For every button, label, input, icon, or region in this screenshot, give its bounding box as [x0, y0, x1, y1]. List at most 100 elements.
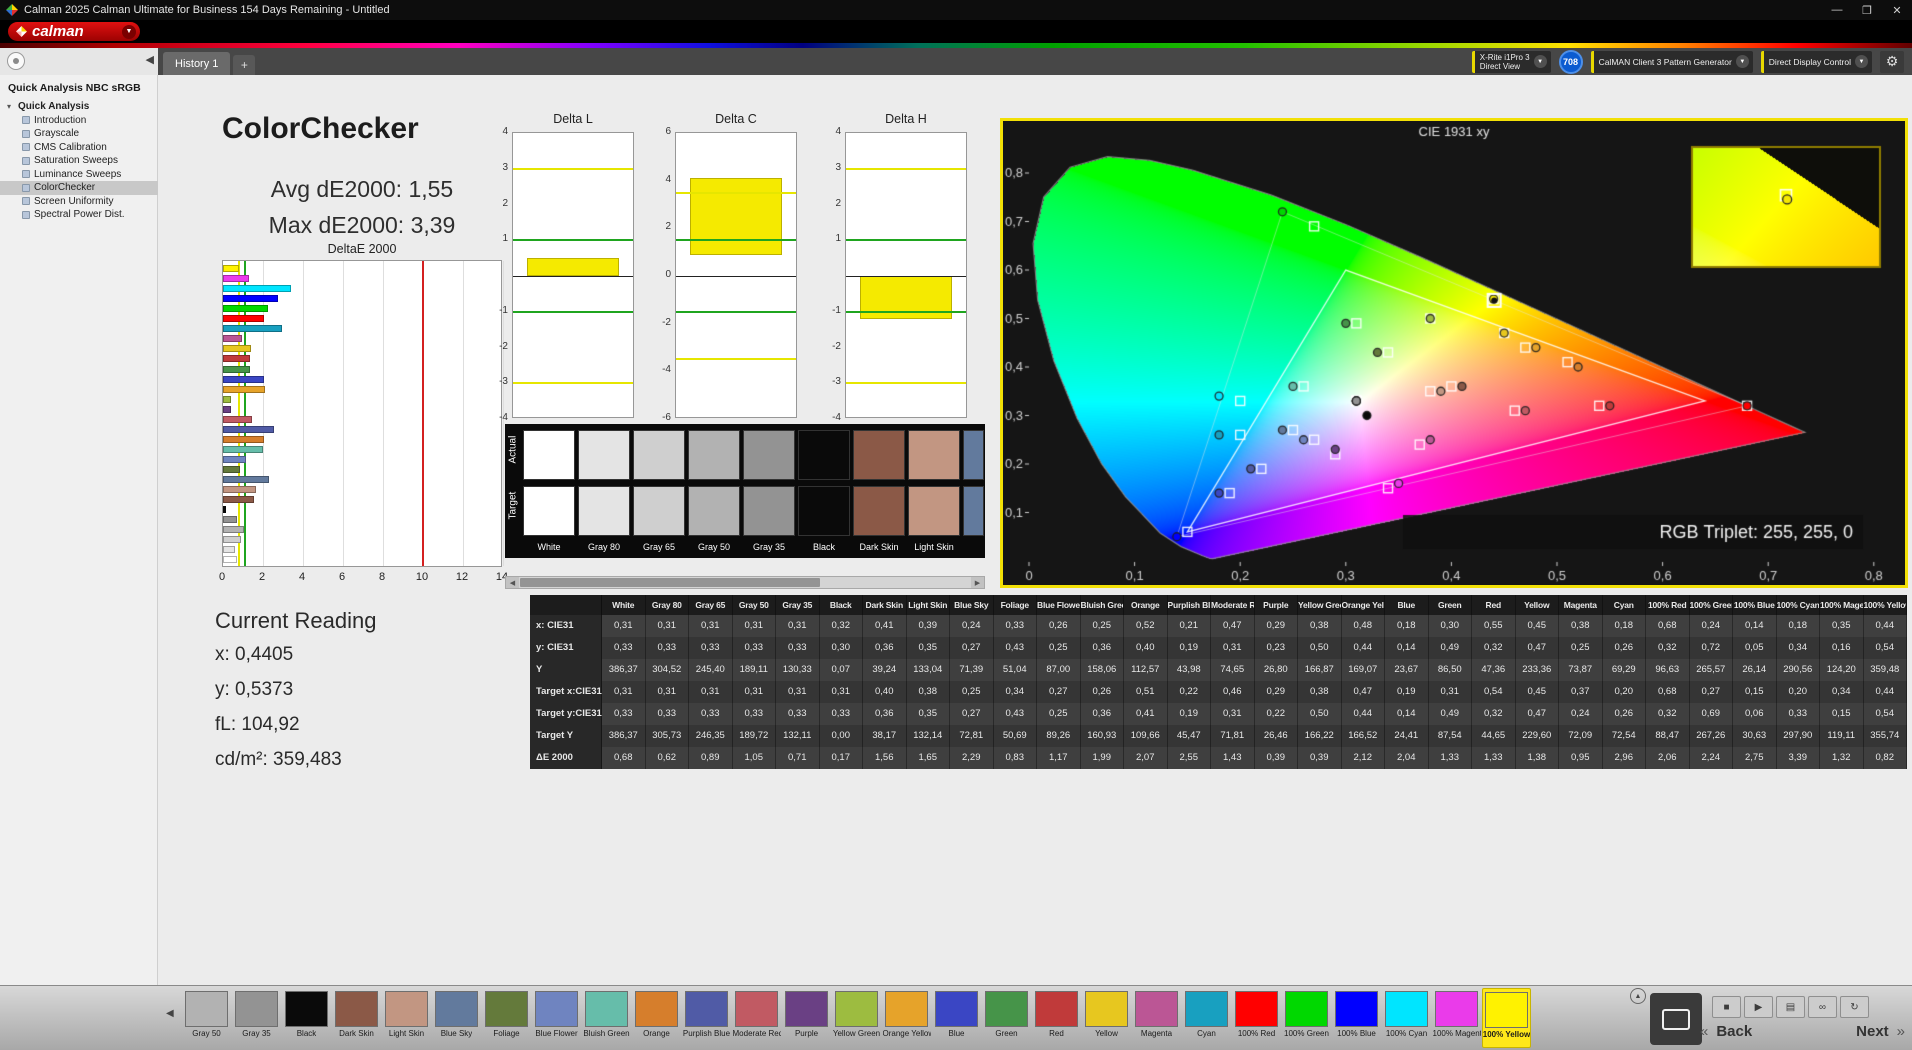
table-cell: 0,38	[1559, 615, 1603, 637]
chevron-down-icon[interactable]: ▼	[1855, 55, 1868, 68]
swatch-strip-scrollbar[interactable]: ◀ ▶	[505, 576, 985, 589]
table-row-label: x: CIE31	[530, 615, 602, 637]
pattern-window-button[interactable]	[1650, 993, 1702, 1045]
table-cell: 2,96	[1602, 747, 1646, 769]
patch-button-100-green[interactable]: 100% Green	[1282, 988, 1331, 1048]
table-cell: 0,22	[1254, 703, 1298, 725]
patch-button-magenta[interactable]: Magenta	[1132, 988, 1181, 1048]
patch-button-100-cyan[interactable]: 100% Cyan	[1382, 988, 1431, 1048]
patch-label: Dark Skin	[339, 1029, 374, 1038]
table-cell: 0,33	[645, 637, 689, 659]
add-tab-button[interactable]: +	[233, 55, 256, 75]
table-cell: 305,73	[645, 725, 689, 747]
table-cell: 0,31	[645, 681, 689, 703]
table-cell: 0,20	[1602, 681, 1646, 703]
patch-button-orange-yellow[interactable]: Orange Yellow	[882, 988, 931, 1048]
deltae-bar	[223, 335, 242, 343]
table-cell: 0,47	[1211, 615, 1255, 637]
refresh-button[interactable]: ↻	[1840, 996, 1869, 1018]
stop-button[interactable]: ■	[1712, 996, 1741, 1018]
sidebar-item-grayscale[interactable]: Grayscale	[0, 127, 158, 141]
pattern-window-button[interactable]: ▤	[1776, 996, 1805, 1018]
table-cell: 87,00	[1037, 659, 1081, 681]
table-cell: 246,35	[689, 725, 733, 747]
sidebar-item-screen-uniformity[interactable]: Screen Uniformity	[0, 195, 158, 209]
patch-button-cyan[interactable]: Cyan	[1182, 988, 1231, 1048]
table-column-header: White	[602, 595, 646, 615]
chevron-down-icon[interactable]: ▼	[1735, 55, 1749, 68]
patch-button-light-skin[interactable]: Light Skin	[382, 988, 431, 1048]
patch-button-orange[interactable]: Orange	[632, 988, 681, 1048]
patch-button-black[interactable]: Black	[282, 988, 331, 1048]
patch-button-red[interactable]: Red	[1032, 988, 1081, 1048]
target-swatch	[523, 486, 575, 536]
swatch-column-label: Gray 65	[642, 542, 675, 552]
display-control-button[interactable]: Direct Display Control ▼	[1760, 50, 1872, 73]
green-limit-line	[846, 239, 966, 242]
sidebar-item-saturation-sweeps[interactable]: Saturation Sweeps	[0, 154, 158, 168]
logo-dropdown-icon[interactable]: ▼	[122, 24, 136, 39]
sidebar-item-luminance-sweeps[interactable]: Luminance Sweeps	[0, 168, 158, 182]
session-button[interactable]	[7, 52, 25, 70]
calman-logo-button[interactable]: calman ▼	[8, 22, 140, 41]
scrollbar-thumb[interactable]	[520, 578, 820, 587]
cie-1931-panel	[1000, 118, 1908, 588]
patch-button-100-blue[interactable]: 100% Blue	[1332, 988, 1381, 1048]
scroll-left-icon[interactable]: ◀	[506, 577, 519, 588]
play-button[interactable]: ▶	[1744, 996, 1773, 1018]
deltae-bar	[223, 355, 250, 363]
patch-scroll-left-icon[interactable]: ◀	[166, 1008, 174, 1019]
back-chevron-icon[interactable]: «	[1700, 1023, 1708, 1040]
sidebar-item-colorchecker[interactable]: ColorChecker	[0, 181, 158, 195]
chevron-down-icon[interactable]: ▼	[1533, 55, 1547, 68]
back-button[interactable]: Back	[1708, 1023, 1760, 1040]
next-button[interactable]: Next	[1848, 1023, 1897, 1040]
table-column-header: Foliage	[993, 595, 1037, 615]
patch-button-foliage[interactable]: Foliage	[482, 988, 531, 1048]
patch-button-blue-sky[interactable]: Blue Sky	[432, 988, 481, 1048]
scroll-right-icon[interactable]: ▶	[971, 577, 984, 588]
table-cell: 0,47	[1515, 703, 1559, 725]
minimize-button[interactable]: —	[1822, 0, 1852, 20]
sidebar-item-cms-calibration[interactable]: CMS Calibration	[0, 141, 158, 155]
next-chevron-icon[interactable]: »	[1897, 1023, 1905, 1040]
patch-button-green[interactable]: Green	[982, 988, 1031, 1048]
expander-icon[interactable]: ▾	[7, 102, 11, 111]
sidebar-item-quick-analysis[interactable]: ▾ Quick Analysis	[0, 100, 158, 114]
pattern-generator-button[interactable]: CalMAN Client 3 Pattern Generator ▼	[1590, 50, 1753, 73]
sidebar-item-spectral-power-dist-[interactable]: Spectral Power Dist.	[0, 208, 158, 222]
table-cell: 0,71	[776, 747, 820, 769]
patch-button-blue-flower[interactable]: Blue Flower	[532, 988, 581, 1048]
chevron-up-icon: ▲	[1634, 992, 1642, 1000]
cie-chart-canvas[interactable]	[1003, 121, 1905, 585]
tab-history-1[interactable]: History 1	[163, 52, 231, 75]
table-column-header: Moderate Red	[1211, 595, 1255, 615]
patch-button-bluish-green[interactable]: Bluish Green	[582, 988, 631, 1048]
sidebar-item-introduction[interactable]: Introduction	[0, 114, 158, 128]
sidebar-collapse-button[interactable]: ◀	[146, 53, 154, 66]
patch-button-gray-35[interactable]: Gray 35	[232, 988, 281, 1048]
patch-button-yellow-green[interactable]: Yellow Green	[832, 988, 881, 1048]
table-cell: 0,52	[1124, 615, 1168, 637]
close-button[interactable]: ✕	[1882, 0, 1912, 20]
patch-button-100-yellow[interactable]: 100% Yellow	[1482, 988, 1531, 1048]
table-cell: 3,39	[1776, 747, 1820, 769]
patch-button-100-red[interactable]: 100% Red	[1232, 988, 1281, 1048]
patch-button-dark-skin[interactable]: Dark Skin	[332, 988, 381, 1048]
patch-button-yellow[interactable]: Yellow	[1082, 988, 1131, 1048]
patch-button-moderate-red[interactable]: Moderate Red	[732, 988, 781, 1048]
patch-button-blue[interactable]: Blue	[932, 988, 981, 1048]
maximize-button[interactable]: ❐	[1852, 0, 1882, 20]
settings-button[interactable]: ⚙	[1880, 50, 1904, 73]
patch-label: 100% Cyan	[1385, 1029, 1428, 1038]
continuous-button[interactable]: ∞	[1808, 996, 1837, 1018]
patch-swatch	[1035, 991, 1078, 1027]
collapse-up-button[interactable]: ▲	[1630, 988, 1646, 1004]
meter-button[interactable]: X-Rite i1Pro 3 Direct View ▼	[1471, 50, 1551, 73]
patch-button-gray-50[interactable]: Gray 50	[182, 988, 231, 1048]
patch-button-purplish-blue[interactable]: Purplish Blue	[682, 988, 731, 1048]
patch-button-purple[interactable]: Purple	[782, 988, 831, 1048]
table-cell: 0,47	[1341, 681, 1385, 703]
axis-tick-label: 8	[378, 571, 386, 583]
patch-button-100-magenta[interactable]: 100% Magenta	[1432, 988, 1481, 1048]
